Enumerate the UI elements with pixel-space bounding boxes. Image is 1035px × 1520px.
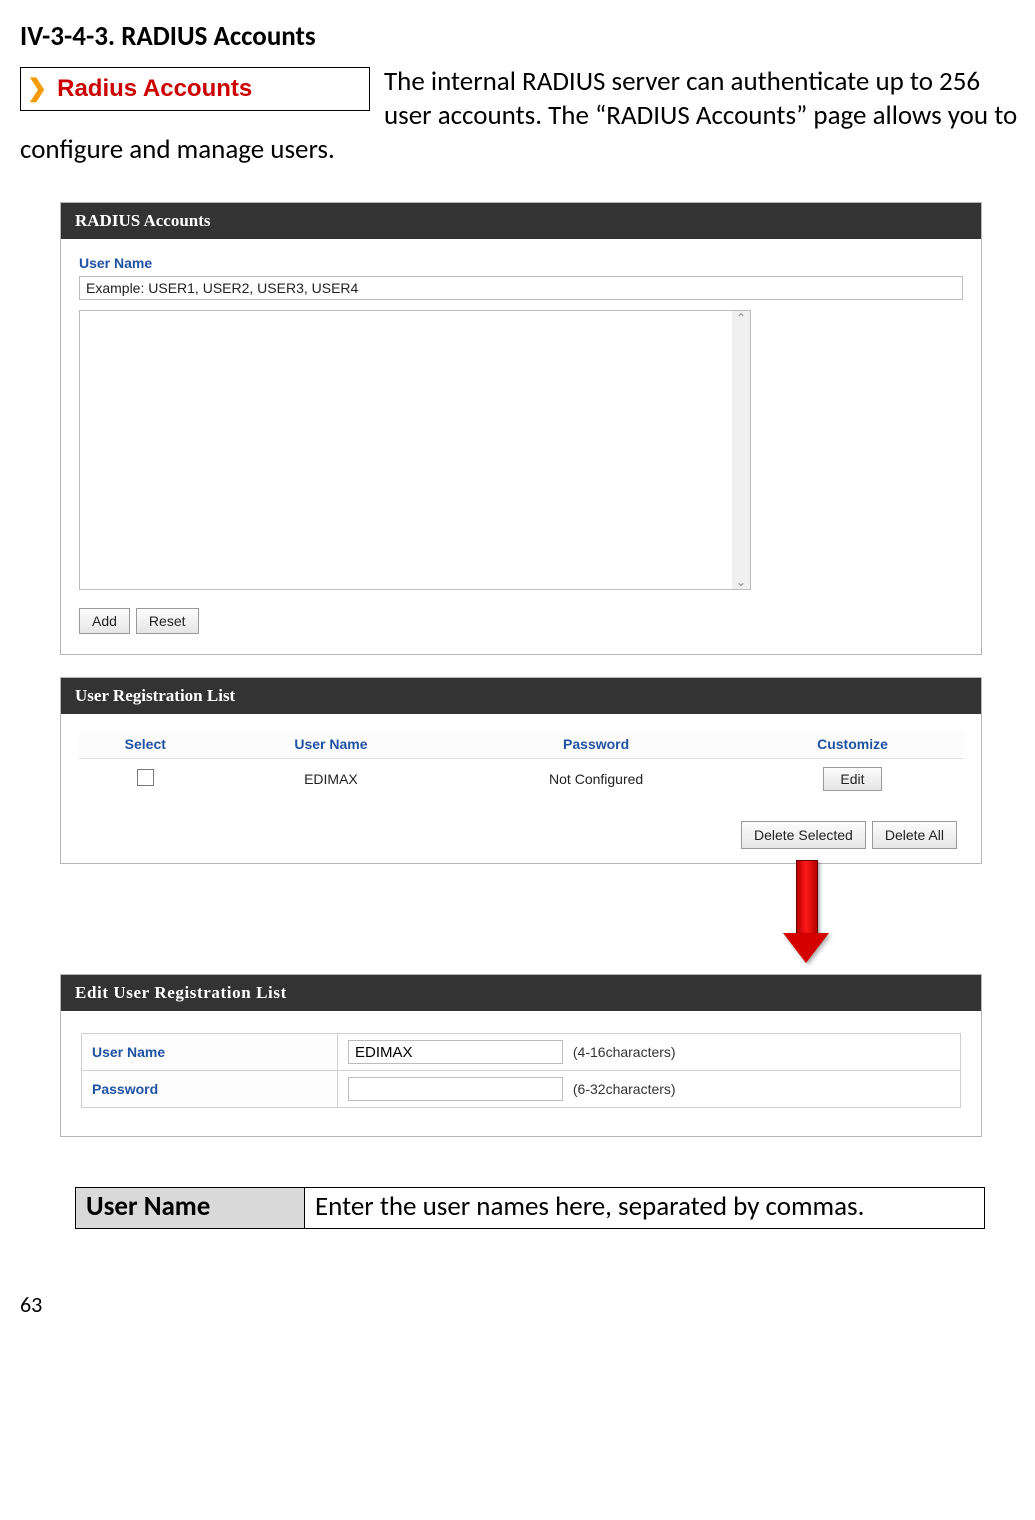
edit-username-hint: (4-16characters) <box>567 1044 676 1060</box>
edit-password-label: Password <box>82 1071 338 1108</box>
edit-password-input[interactable] <box>348 1077 563 1101</box>
panel-user-registration-list: User Registration List Select User Name … <box>60 677 982 864</box>
col-username: User Name <box>212 730 451 759</box>
scrollbar[interactable]: ⌃ ⌄ <box>732 311 750 589</box>
select-checkbox[interactable] <box>137 769 154 786</box>
add-button[interactable]: Add <box>79 608 130 634</box>
description-table: User Name Enter the user names here, sep… <box>75 1187 985 1229</box>
scroll-up-icon[interactable]: ⌃ <box>736 311 746 325</box>
nav-badge: ❯ Radius Accounts <box>20 67 370 111</box>
desc-key: User Name <box>76 1188 305 1229</box>
page-number: 63 <box>20 1291 1035 1318</box>
user-list-table: Select User Name Password Customize EDIM… <box>79 730 963 799</box>
panel-edit-user-registration: Edit User Registration List User Name (4… <box>60 974 982 1137</box>
username-label: User Name <box>79 255 963 271</box>
arrow-down-icon <box>783 860 829 966</box>
edit-form-table: User Name (4-16characters) Password (6-3… <box>81 1033 961 1108</box>
intro-paragraph: ❯ Radius Accounts The internal RADIUS se… <box>20 65 1035 166</box>
edit-username-label: User Name <box>82 1034 338 1071</box>
username-example-input[interactable] <box>79 276 963 300</box>
chevron-right-icon: ❯ <box>27 74 47 104</box>
col-password: Password <box>450 730 742 759</box>
delete-selected-button[interactable]: Delete Selected <box>741 821 866 849</box>
section-heading: IV-3-4-3. RADIUS Accounts <box>20 20 1035 53</box>
panel-radius-accounts: RADIUS Accounts User Name ⌃ ⌄ Add Reset <box>60 202 982 655</box>
table-row: EDIMAX Not Configured Edit <box>79 759 963 800</box>
col-select: Select <box>79 730 212 759</box>
cell-username: EDIMAX <box>212 759 451 800</box>
panel-edit-title: Edit User Registration List <box>61 975 981 1011</box>
panel-list-title: User Registration List <box>61 678 981 714</box>
edit-username-input[interactable] <box>348 1040 563 1064</box>
scroll-down-icon[interactable]: ⌄ <box>736 575 746 589</box>
username-textarea[interactable]: ⌃ ⌄ <box>79 310 751 590</box>
reset-button[interactable]: Reset <box>136 608 199 634</box>
edit-password-hint: (6-32characters) <box>567 1081 676 1097</box>
col-customize: Customize <box>742 730 963 759</box>
cell-password: Not Configured <box>450 759 742 800</box>
delete-all-button[interactable]: Delete All <box>872 821 957 849</box>
edit-button[interactable]: Edit <box>823 767 881 791</box>
desc-value: Enter the user names here, separated by … <box>305 1188 985 1229</box>
nav-badge-label: Radius Accounts <box>57 74 252 104</box>
panel-accounts-title: RADIUS Accounts <box>61 203 981 239</box>
